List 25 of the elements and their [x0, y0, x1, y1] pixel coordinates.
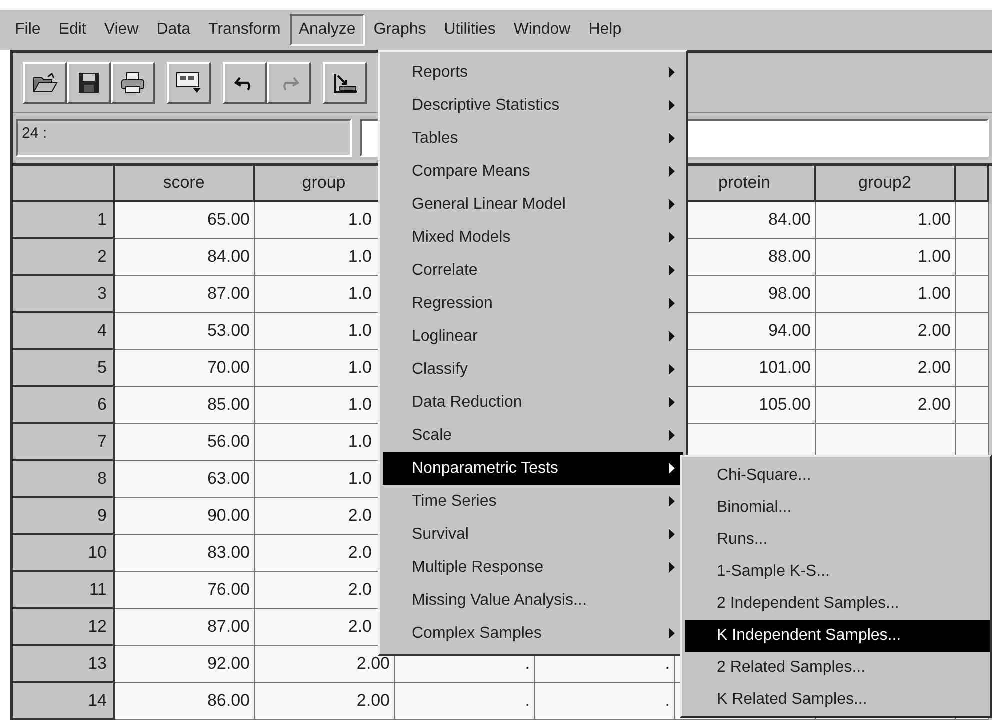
- table-cell: 1.00: [816, 202, 956, 239]
- table-cell: 70.00: [115, 350, 255, 387]
- table-cell: 63.00: [115, 461, 255, 498]
- table-cell: 1.00: [816, 239, 956, 276]
- table-cell: 2.00: [816, 313, 956, 350]
- table-cell: 65.00: [115, 202, 255, 239]
- table-cell: .: [395, 683, 535, 720]
- table-cell: 2.00: [816, 350, 956, 387]
- table-cell: 85.00: [115, 387, 255, 424]
- table-cell: 90.00: [115, 498, 255, 535]
- table-cell: 84.00: [115, 239, 255, 276]
- table-cell: 83.00: [115, 535, 255, 572]
- table-cell: 87.00: [115, 609, 255, 646]
- cell-reference: 24 :: [16, 119, 352, 157]
- table-cell: 53.00: [115, 313, 255, 350]
- table-cell: 56.00: [115, 424, 255, 461]
- table-cell: 2.00: [255, 683, 395, 720]
- table-cell: .: [535, 683, 675, 720]
- table-cell: 76.00: [115, 572, 255, 609]
- table-cell: 86.00: [115, 683, 255, 720]
- table-cell: 87.00: [115, 276, 255, 313]
- table-cell: 2.00: [816, 387, 956, 424]
- table-cell: 1.00: [816, 276, 956, 313]
- table-cell: 92.00: [115, 646, 255, 683]
- table-cell: 2.00: [255, 646, 395, 683]
